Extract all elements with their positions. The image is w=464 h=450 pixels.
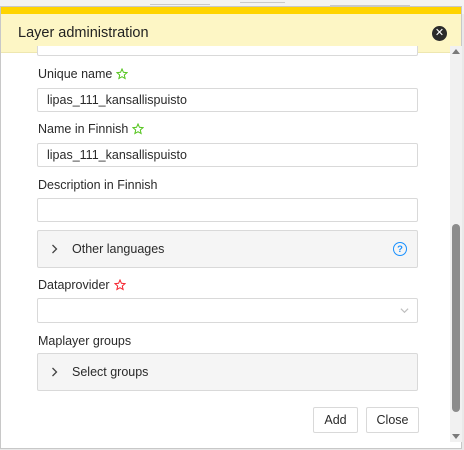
- scrollbar-thumb[interactable]: [452, 224, 460, 412]
- maplayer-groups-label-row: Maplayer groups: [38, 334, 131, 348]
- name-fi-label: Name in Finnish: [38, 122, 129, 136]
- chevron-right-icon: [51, 367, 61, 377]
- star-icon: [116, 68, 129, 80]
- scroll-down-arrow-icon[interactable]: [452, 434, 460, 439]
- name-fi-label-row: Name in Finnish: [38, 122, 145, 136]
- select-groups-label: Select groups: [72, 365, 149, 379]
- other-languages-label: Other languages: [72, 242, 165, 256]
- vertical-scrollbar[interactable]: [450, 46, 462, 442]
- unique-name-label: Unique name: [38, 67, 113, 81]
- description-fi-label-row: Description in Finnish: [38, 178, 158, 192]
- previous-field-input[interactable]: [37, 46, 418, 56]
- dataprovider-label-row: Dataprovider: [38, 278, 126, 292]
- star-icon: [113, 279, 126, 291]
- dataprovider-select[interactable]: [37, 298, 418, 323]
- select-groups-panel[interactable]: Select groups: [37, 353, 418, 391]
- scroll-up-arrow-icon[interactable]: [452, 49, 460, 54]
- description-fi-label: Description in Finnish: [38, 178, 158, 192]
- star-icon: [132, 123, 145, 135]
- close-icon[interactable]: ✕: [432, 25, 447, 41]
- chevron-down-icon: [400, 308, 409, 314]
- unique-name-label-row: Unique name: [38, 67, 129, 81]
- dialog-title: Layer administration: [18, 25, 149, 41]
- add-button[interactable]: Add: [313, 407, 358, 433]
- dialog-scroll-area[interactable]: Unique name Name in Finnish Description …: [0, 46, 449, 442]
- chevron-right-icon: [51, 244, 61, 254]
- dataprovider-label: Dataprovider: [38, 278, 110, 292]
- unique-name-input[interactable]: [37, 88, 418, 112]
- question-circle-icon[interactable]: ?: [393, 242, 407, 256]
- dialog-accent-bar: [1, 7, 461, 14]
- close-button[interactable]: Close: [366, 407, 419, 433]
- name-fi-input[interactable]: [37, 143, 418, 167]
- other-languages-panel[interactable]: Other languages ?: [37, 230, 418, 268]
- description-fi-input[interactable]: [37, 198, 418, 222]
- maplayer-groups-label: Maplayer groups: [38, 334, 132, 348]
